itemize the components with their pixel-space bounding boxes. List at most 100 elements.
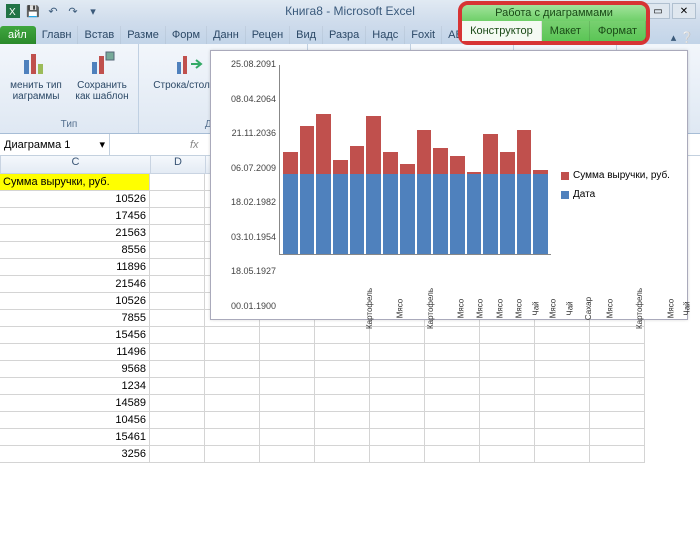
cell[interactable] bbox=[370, 327, 425, 344]
cell[interactable]: 10526 bbox=[0, 191, 150, 208]
cell[interactable]: 10526 bbox=[0, 293, 150, 310]
tab-insert[interactable]: Встав bbox=[78, 26, 121, 44]
tab-pagelayout[interactable]: Разме bbox=[121, 26, 166, 44]
cell[interactable] bbox=[425, 344, 480, 361]
cell[interactable] bbox=[150, 208, 205, 225]
redo-icon[interactable]: ↷ bbox=[64, 2, 82, 20]
cell[interactable] bbox=[480, 361, 535, 378]
tab-home[interactable]: Главн bbox=[36, 26, 79, 44]
cell[interactable]: 15456 bbox=[0, 327, 150, 344]
cell[interactable]: 10456 bbox=[0, 412, 150, 429]
cell[interactable] bbox=[590, 429, 645, 446]
cell[interactable] bbox=[480, 327, 535, 344]
cell[interactable] bbox=[315, 378, 370, 395]
cell[interactable]: 7855 bbox=[0, 310, 150, 327]
cell[interactable] bbox=[370, 429, 425, 446]
qat-dropdown-icon[interactable]: ▾ bbox=[84, 2, 102, 20]
cell[interactable] bbox=[260, 361, 315, 378]
cell[interactable] bbox=[315, 446, 370, 463]
cell[interactable] bbox=[425, 446, 480, 463]
minimize-ribbon-icon[interactable]: ▴ bbox=[671, 31, 677, 44]
tab-developer[interactable]: Разра bbox=[323, 26, 366, 44]
cell[interactable] bbox=[150, 293, 205, 310]
cell[interactable] bbox=[535, 378, 590, 395]
cell[interactable] bbox=[425, 395, 480, 412]
cell[interactable] bbox=[370, 446, 425, 463]
cell[interactable] bbox=[260, 429, 315, 446]
cell[interactable] bbox=[150, 327, 205, 344]
tab-formulas[interactable]: Форм bbox=[166, 26, 207, 44]
cell[interactable] bbox=[590, 412, 645, 429]
close-button[interactable]: ✕ bbox=[672, 3, 696, 19]
cell[interactable] bbox=[205, 412, 260, 429]
cell[interactable]: 9568 bbox=[0, 361, 150, 378]
cell[interactable] bbox=[315, 327, 370, 344]
cell[interactable] bbox=[150, 259, 205, 276]
cell[interactable]: 3256 bbox=[0, 446, 150, 463]
cell[interactable] bbox=[535, 361, 590, 378]
cell[interactable] bbox=[590, 395, 645, 412]
cell[interactable] bbox=[535, 446, 590, 463]
cell[interactable] bbox=[370, 344, 425, 361]
cell[interactable] bbox=[480, 395, 535, 412]
cell[interactable] bbox=[480, 344, 535, 361]
cell[interactable]: 11896 bbox=[0, 259, 150, 276]
chart-object[interactable]: 25.08.209108.04.206421.11.203606.07.2009… bbox=[210, 50, 688, 320]
cell[interactable] bbox=[205, 344, 260, 361]
excel-icon[interactable]: X bbox=[4, 2, 22, 20]
cell[interactable] bbox=[535, 344, 590, 361]
cell[interactable] bbox=[150, 174, 205, 191]
cell[interactable] bbox=[150, 361, 205, 378]
change-chart-type-button[interactable]: менить тип иаграммы bbox=[6, 48, 66, 102]
cell[interactable]: Сумма выручки, руб. bbox=[0, 174, 150, 191]
cell[interactable] bbox=[150, 344, 205, 361]
cell[interactable] bbox=[150, 378, 205, 395]
cell[interactable] bbox=[480, 378, 535, 395]
cell[interactable] bbox=[260, 446, 315, 463]
cell[interactable] bbox=[150, 429, 205, 446]
cell[interactable] bbox=[205, 327, 260, 344]
name-box[interactable]: Диаграмма 1▾ bbox=[0, 134, 110, 155]
cell[interactable] bbox=[370, 378, 425, 395]
tab-data[interactable]: Данн bbox=[207, 26, 246, 44]
cell[interactable]: 15461 bbox=[0, 429, 150, 446]
cell[interactable] bbox=[535, 395, 590, 412]
cell[interactable] bbox=[535, 327, 590, 344]
cell[interactable] bbox=[315, 412, 370, 429]
cell[interactable] bbox=[260, 344, 315, 361]
cell[interactable] bbox=[150, 225, 205, 242]
cell[interactable] bbox=[315, 344, 370, 361]
cell[interactable] bbox=[480, 446, 535, 463]
cell[interactable] bbox=[590, 378, 645, 395]
cell[interactable] bbox=[480, 429, 535, 446]
cell[interactable] bbox=[480, 412, 535, 429]
tab-layout[interactable]: Макет bbox=[542, 21, 590, 41]
cell[interactable] bbox=[590, 327, 645, 344]
cell[interactable] bbox=[260, 327, 315, 344]
save-template-button[interactable]: Сохранить как шаблон bbox=[72, 48, 132, 102]
namebox-dropdown-icon[interactable]: ▾ bbox=[99, 138, 105, 151]
help-icon[interactable]: ❔ bbox=[680, 31, 694, 44]
cell[interactable] bbox=[425, 378, 480, 395]
tab-constructor[interactable]: Конструктор bbox=[462, 21, 542, 41]
cell[interactable] bbox=[205, 361, 260, 378]
cell[interactable] bbox=[205, 378, 260, 395]
cell[interactable]: 21546 bbox=[0, 276, 150, 293]
tab-foxit[interactable]: Foxit bbox=[405, 26, 442, 44]
cell[interactable] bbox=[150, 191, 205, 208]
cell[interactable] bbox=[425, 361, 480, 378]
cell[interactable] bbox=[315, 361, 370, 378]
save-icon[interactable]: 💾 bbox=[24, 2, 42, 20]
tab-addins[interactable]: Надс bbox=[366, 26, 405, 44]
col-header-D[interactable]: D bbox=[151, 156, 206, 174]
cell[interactable] bbox=[370, 412, 425, 429]
cell[interactable] bbox=[150, 276, 205, 293]
cell[interactable] bbox=[370, 361, 425, 378]
cell[interactable] bbox=[150, 242, 205, 259]
tab-view[interactable]: Вид bbox=[290, 26, 323, 44]
cell[interactable] bbox=[535, 429, 590, 446]
cell[interactable]: 11496 bbox=[0, 344, 150, 361]
cell[interactable] bbox=[535, 412, 590, 429]
cell[interactable] bbox=[370, 395, 425, 412]
cell[interactable] bbox=[590, 344, 645, 361]
